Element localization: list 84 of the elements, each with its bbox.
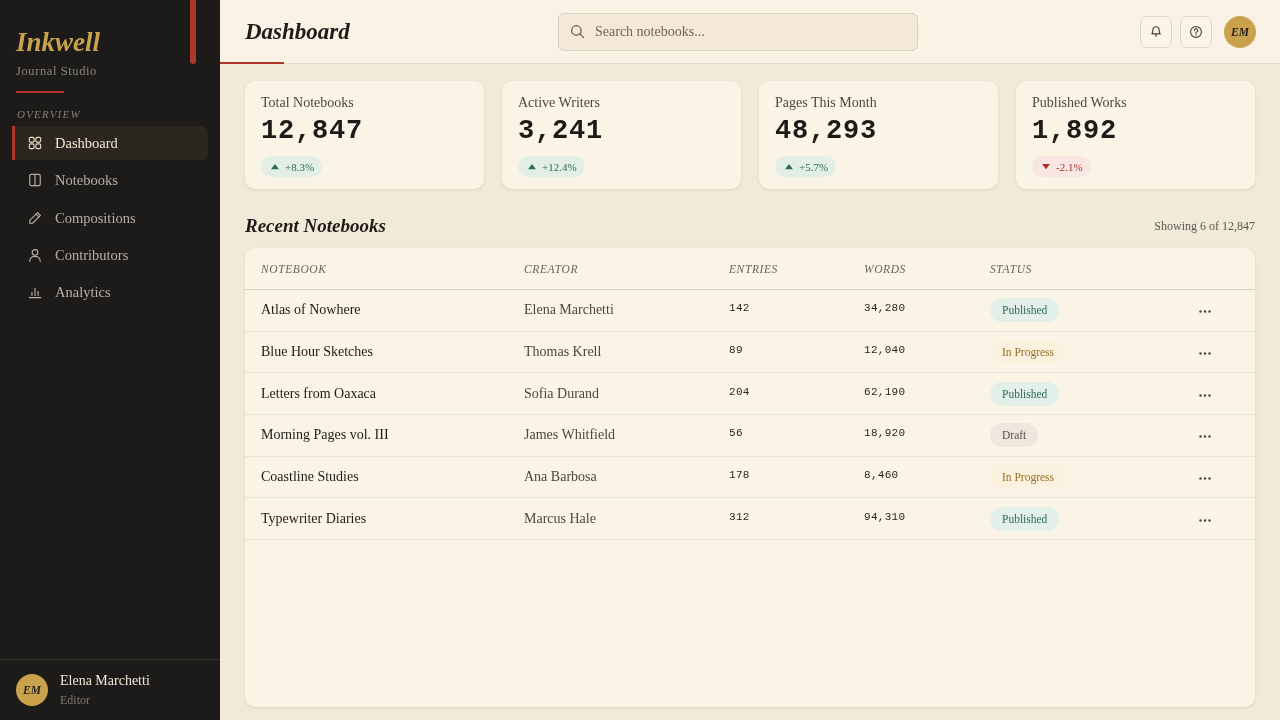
nav-item[interactable]: Contributors [12,237,208,272]
table-cell: Thomas Krell [524,343,602,362]
status-badge: Draft [990,423,1039,448]
stat-label: Published Works [1032,94,1127,112]
stat-label: Total Notebooks [261,94,354,112]
table-cell: Marcus Hale [524,509,596,528]
stat-value: 1,892 [1032,116,1117,146]
table-cell: Coastline Studies [261,468,359,487]
up-triangle-icon [785,163,793,170]
change-value: -2.1% [1056,159,1083,174]
table-cell: Letters from Oaxaca [261,384,377,403]
more-icon[interactable] [1199,310,1211,314]
table-cell-text: 142 [729,301,750,317]
app-logo: Inkwell [16,26,101,58]
table-cell: Typewriter Diaries [261,509,367,528]
up-triangle-icon [528,163,536,170]
table-cell-text: 204 [729,384,750,400]
column-header: ENTRIES [729,261,778,276]
stat-value: 12,847 [261,116,364,146]
grid-icon [28,136,42,150]
table-cell-text: 178 [729,468,750,484]
table-cell-text: 8,460 [864,468,899,484]
stat-label: Pages This Month [775,94,877,112]
table-cell: Ana Barbosa [524,468,597,487]
table-cell-text: 89 [729,343,743,359]
table-cell: Sofia Durand [524,384,600,403]
book-icon [28,173,42,188]
nav-item[interactable]: Compositions [12,200,208,235]
column-header: STATUS [990,261,1032,276]
stat-value: 48,293 [775,116,878,146]
help-icon [1189,24,1203,39]
more-icon[interactable] [1199,393,1211,397]
scrollbar-thumb[interactable] [190,0,196,64]
more-icon[interactable] [1199,435,1211,439]
nav-item[interactable]: Analytics [12,275,208,310]
person-icon [28,247,42,262]
down-triangle-icon [1042,163,1050,170]
page-title: Dashboard [245,17,350,46]
pencil-icon [28,210,42,225]
result-count: Showing 6 of 12,847 [1154,218,1255,234]
status-badge: In Progress [990,465,1067,490]
table-cell: Blue Hour Sketches [261,343,373,362]
user-avatar: EM [16,674,48,706]
help-button[interactable] [1180,15,1212,48]
table-cell-text: 18,920 [864,426,906,442]
table-cell-text: 94,310 [864,509,906,525]
app-tagline: Journal Studio [16,63,97,79]
user-role: Editor [60,692,90,708]
bell-icon [1149,24,1163,39]
table-cell: Atlas of Nowhere [261,301,361,320]
change-value: +8.3% [285,159,315,174]
table-cell-text: 34,280 [864,301,906,317]
table-cell-text: 62,190 [864,384,906,400]
more-icon[interactable] [1199,518,1211,522]
profile-avatar[interactable]: EM [1224,15,1256,48]
nav-item[interactable]: Notebooks [12,163,208,198]
change-value: +5.7% [799,159,829,174]
notifications-button[interactable] [1140,15,1172,48]
user-name: Elena Marchetti [60,672,150,690]
status-badge: Published [990,506,1060,531]
section-title: Recent Notebooks [245,215,386,237]
column-header: NOTEBOOK [261,261,327,276]
stat-label: Active Writers [518,94,600,112]
stat-value: 3,241 [518,116,603,146]
search-icon [570,24,585,39]
table-cell: Elena Marchetti [524,301,614,320]
table-cell: Morning Pages vol. III [261,426,389,445]
table-cell: James Whitfield [524,426,616,445]
table-cell-text: 56 [729,426,743,442]
nav-section-label: OVERVIEW [17,107,81,121]
table-cell-text: 312 [729,509,750,525]
up-triangle-icon [271,163,279,170]
column-header: CREATOR [524,261,579,276]
status-badge: Published [990,381,1060,406]
status-badge: Published [990,298,1060,323]
status-badge: In Progress [990,340,1067,365]
more-icon[interactable] [1199,477,1211,481]
change-value: +12.4% [542,159,577,174]
nav-item[interactable]: Dashboard [12,126,208,160]
search-field[interactable]: Search notebooks... [558,12,918,51]
bar-chart-icon [28,285,42,300]
table-cell-text: 12,040 [864,343,906,359]
more-icon[interactable] [1199,352,1211,356]
column-header: WORDS [864,261,906,276]
